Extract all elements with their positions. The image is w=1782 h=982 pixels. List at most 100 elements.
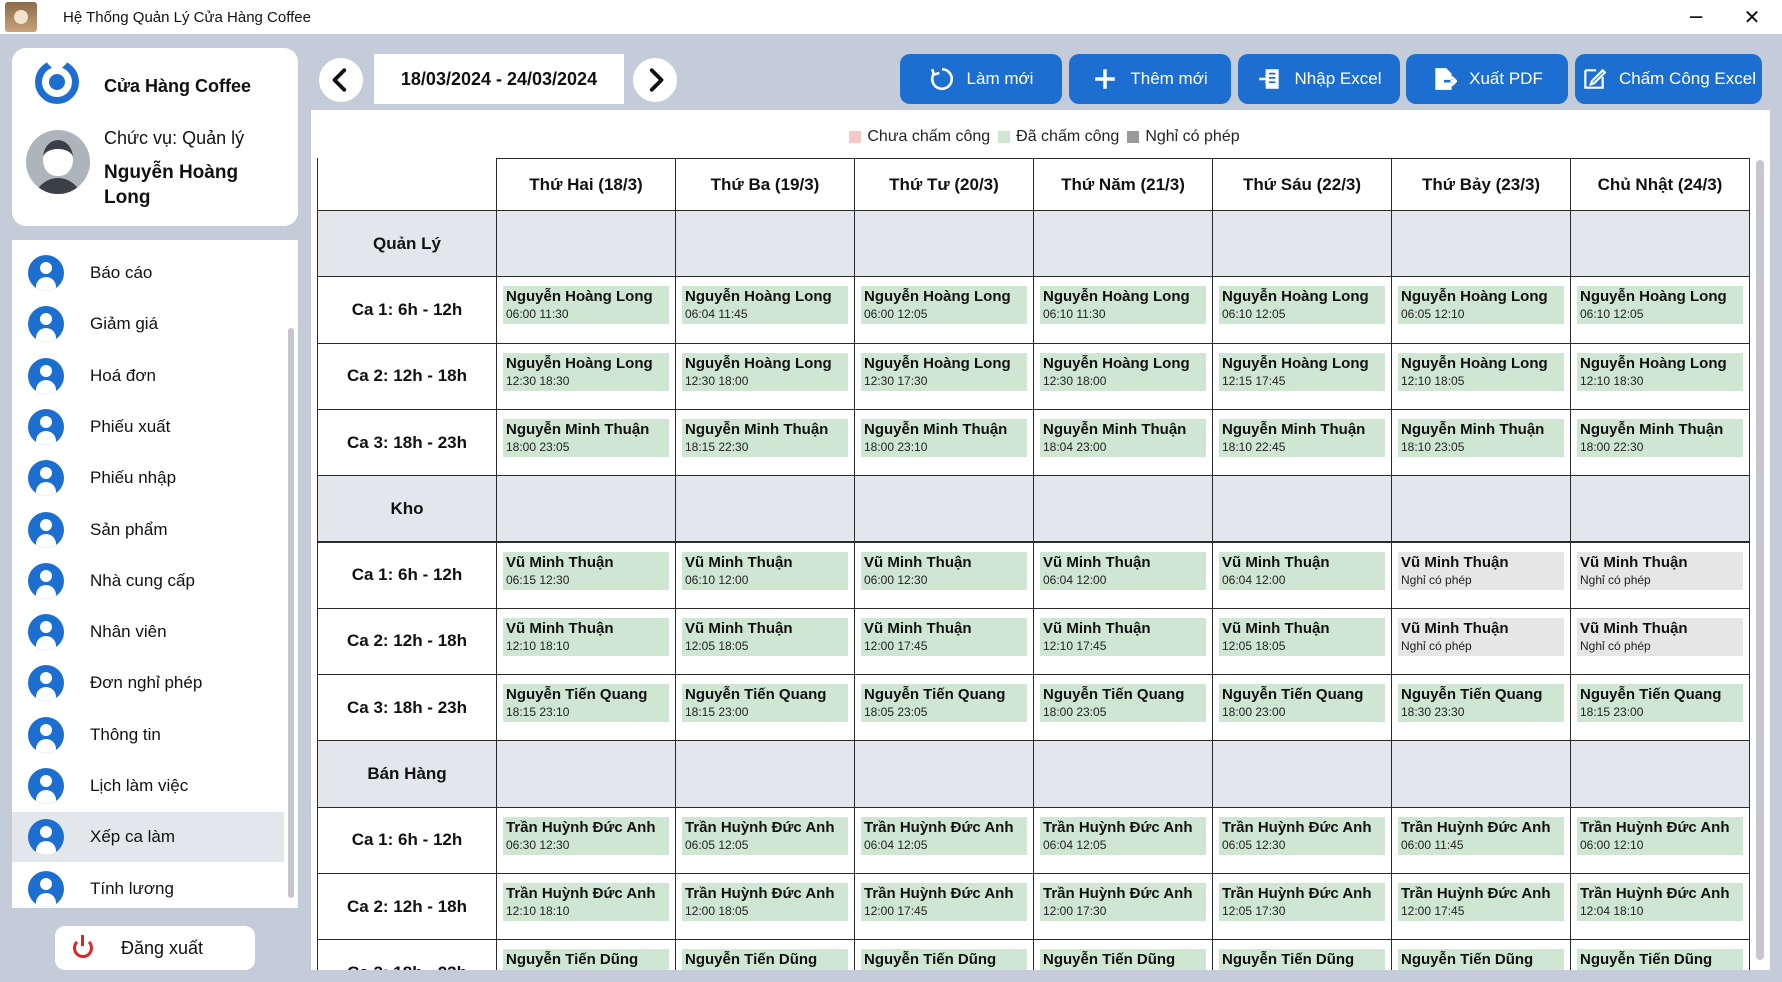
sidebar-item[interactable]: Sản phẩm [12, 505, 284, 555]
shift-cell[interactable]: Nguyễn Tiến Quang 18:30 23:30 [1391, 674, 1571, 742]
shift-cell[interactable]: Nguyễn Tiến Dũng [1391, 939, 1571, 970]
shift-entry[interactable]: Nguyễn Tiến Dũng [1398, 949, 1564, 970]
refresh-button[interactable]: Làm mới [900, 54, 1062, 104]
shift-entry[interactable]: Nguyễn Hoàng Long 12:10 18:05 [1398, 352, 1564, 391]
shift-cell[interactable]: Nguyễn Tiến Dũng [1033, 939, 1213, 970]
shift-cell[interactable]: Vũ Minh Thuận 06:10 12:00 [675, 541, 855, 609]
minimize-button[interactable]: ─ [1670, 0, 1722, 34]
shift-cell[interactable]: Nguyễn Tiến Quang 18:15 23:00 [675, 674, 855, 742]
export-pdf-button[interactable]: Xuất PDF [1406, 54, 1568, 104]
shift-cell[interactable]: Trần Huỳnh Đức Anh 06:05 12:05 [675, 806, 855, 874]
shift-cell[interactable]: Nguyễn Hoàng Long 06:10 11:30 [1033, 276, 1213, 344]
shift-cell[interactable]: Vũ Minh Thuận 12:10 17:45 [1033, 607, 1213, 676]
shift-entry[interactable]: Nguyễn Tiến Quang 18:00 23:05 [1040, 684, 1206, 723]
sidebar-item[interactable]: Đơn nghỉ phép [12, 658, 284, 708]
shift-entry[interactable]: Vũ Minh Thuận 12:10 18:10 [503, 617, 669, 656]
shift-cell[interactable]: Vũ Minh Thuận Nghỉ có phép [1570, 607, 1750, 676]
attendance-excel-button[interactable]: Chấm Công Excel [1575, 54, 1762, 104]
sidebar-item[interactable]: Phiếu xuất [12, 402, 284, 452]
shift-cell[interactable]: Vũ Minh Thuận 12:05 18:05 [1212, 607, 1392, 676]
shift-cell[interactable]: Nguyễn Tiến Quang 18:15 23:00 [1570, 674, 1750, 742]
shift-cell[interactable]: Nguyễn Minh Thuận 18:00 22:30 [1570, 408, 1750, 477]
shift-entry[interactable]: Vũ Minh Thuận Nghỉ có phép [1398, 617, 1564, 656]
sidebar-item[interactable]: Lịch làm việc [12, 761, 284, 811]
shift-entry[interactable]: Nguyễn Hoàng Long 12:15 17:45 [1219, 352, 1385, 391]
shift-entry[interactable]: Trần Huỳnh Đức Anh 06:30 12:30 [503, 816, 669, 855]
shift-cell[interactable]: Nguyễn Hoàng Long 06:10 12:05 [1212, 276, 1392, 344]
shift-entry[interactable]: Nguyễn Hoàng Long 06:10 11:30 [1040, 286, 1206, 325]
shift-cell[interactable]: Trần Huỳnh Đức Anh 12:00 17:45 [1391, 873, 1571, 941]
shift-entry[interactable]: Nguyễn Hoàng Long 12:10 18:30 [1577, 352, 1743, 391]
shift-entry[interactable]: Nguyễn Tiến Quang 18:15 23:00 [682, 684, 848, 723]
shift-cell[interactable]: Nguyễn Tiến Quang 18:05 23:05 [854, 674, 1034, 742]
shift-cell[interactable]: Trần Huỳnh Đức Anh 06:00 12:10 [1570, 806, 1750, 874]
shift-entry[interactable]: Trần Huỳnh Đức Anh 12:04 18:10 [1577, 883, 1743, 921]
shift-entry[interactable]: Nguyễn Tiến Quang 18:30 23:30 [1398, 684, 1564, 723]
shift-cell[interactable]: Nguyễn Hoàng Long 12:15 17:45 [1212, 342, 1392, 410]
shift-entry[interactable]: Nguyễn Hoàng Long 06:00 11:30 [503, 286, 669, 325]
import-excel-button[interactable]: Nhập Excel [1238, 54, 1400, 104]
shift-cell[interactable]: Nguyễn Tiến Dũng [1570, 939, 1750, 970]
shift-cell[interactable]: Trần Huỳnh Đức Anh 12:04 18:10 [1570, 873, 1750, 941]
shift-cell[interactable]: Nguyễn Hoàng Long 06:05 12:10 [1391, 276, 1571, 344]
shift-cell[interactable]: Trần Huỳnh Đức Anh 12:10 18:10 [496, 873, 676, 941]
shift-entry[interactable]: Nguyễn Tiến Dũng [1040, 949, 1206, 970]
shift-entry[interactable]: Trần Huỳnh Đức Anh 12:00 18:05 [682, 883, 848, 921]
shift-cell[interactable]: Nguyễn Tiến Quang 18:00 23:05 [1033, 674, 1213, 742]
shift-entry[interactable]: Trần Huỳnh Đức Anh 12:05 17:30 [1219, 883, 1385, 921]
next-week-button[interactable] [630, 55, 680, 105]
shift-cell[interactable]: Vũ Minh Thuận 12:05 18:05 [675, 607, 855, 676]
schedule-scrollbar[interactable] [1756, 160, 1764, 960]
shift-cell[interactable]: Vũ Minh Thuận 06:15 12:30 [496, 541, 676, 609]
shift-cell[interactable]: Trần Huỳnh Đức Anh 06:30 12:30 [496, 806, 676, 874]
sidebar-item[interactable]: Xếp ca làm [12, 812, 284, 863]
shift-entry[interactable]: Nguyễn Hoàng Long 06:10 12:05 [1219, 286, 1385, 325]
shift-entry[interactable]: Trần Huỳnh Đức Anh 12:00 17:45 [1398, 883, 1564, 921]
shift-entry[interactable]: Vũ Minh Thuận 06:04 12:00 [1219, 551, 1385, 590]
shift-entry[interactable]: Vũ Minh Thuận Nghỉ có phép [1577, 551, 1743, 590]
shift-entry[interactable]: Trần Huỳnh Đức Anh 12:00 17:45 [861, 883, 1027, 921]
shift-entry[interactable]: Nguyễn Tiến Quang 18:05 23:05 [861, 684, 1027, 723]
shift-cell[interactable]: Vũ Minh Thuận Nghỉ có phép [1570, 541, 1750, 609]
shift-cell[interactable]: Nguyễn Hoàng Long 12:30 18:00 [1033, 342, 1213, 410]
shift-cell[interactable]: Trần Huỳnh Đức Anh 12:05 17:30 [1212, 873, 1392, 941]
logout-button[interactable]: Đăng xuất [55, 926, 255, 970]
shift-cell[interactable]: Trần Huỳnh Đức Anh 06:00 11:45 [1391, 806, 1571, 874]
shift-entry[interactable]: Vũ Minh Thuận 06:00 12:30 [861, 551, 1027, 590]
shift-cell[interactable]: Nguyễn Minh Thuận 18:15 22:30 [675, 408, 855, 477]
shift-entry[interactable]: Nguyễn Hoàng Long 12:30 18:00 [1040, 352, 1206, 391]
shift-entry[interactable]: Nguyễn Tiến Dũng [1577, 949, 1743, 970]
shift-entry[interactable]: Vũ Minh Thuận 12:05 18:05 [1219, 617, 1385, 656]
shift-cell[interactable]: Nguyễn Tiến Quang 18:00 23:00 [1212, 674, 1392, 742]
shift-entry[interactable]: Nguyễn Hoàng Long 06:04 11:45 [682, 286, 848, 325]
shift-entry[interactable]: Nguyễn Hoàng Long 06:10 12:05 [1577, 286, 1743, 325]
shift-entry[interactable]: Nguyễn Tiến Quang 18:00 23:00 [1219, 684, 1385, 723]
shift-entry[interactable]: Trần Huỳnh Đức Anh 12:10 18:10 [503, 883, 669, 921]
shift-cell[interactable]: Vũ Minh Thuận Nghỉ có phép [1391, 607, 1571, 676]
shift-entry[interactable]: Nguyễn Minh Thuận 18:04 23:00 [1040, 418, 1206, 457]
shift-entry[interactable]: Vũ Minh Thuận 06:15 12:30 [503, 551, 669, 590]
shift-cell[interactable]: Nguyễn Minh Thuận 18:04 23:00 [1033, 408, 1213, 477]
shift-entry[interactable]: Nguyễn Tiến Quang 18:15 23:00 [1577, 684, 1743, 723]
shift-entry[interactable]: Trần Huỳnh Đức Anh 06:05 12:30 [1219, 816, 1385, 855]
shift-entry[interactable]: Trần Huỳnh Đức Anh 12:00 17:30 [1040, 883, 1206, 921]
shift-cell[interactable]: Nguyễn Hoàng Long 12:30 17:30 [854, 342, 1034, 410]
shift-entry[interactable]: Nguyễn Tiến Dũng [1219, 949, 1385, 970]
shift-cell[interactable]: Nguyễn Hoàng Long 06:00 11:30 [496, 276, 676, 344]
shift-cell[interactable]: Nguyễn Minh Thuận 18:00 23:10 [854, 408, 1034, 477]
shift-entry[interactable]: Nguyễn Tiến Dũng [503, 949, 669, 970]
add-new-button[interactable]: Thêm mới [1069, 54, 1231, 104]
shift-cell[interactable]: Nguyễn Hoàng Long 06:04 11:45 [675, 276, 855, 344]
sidebar-item[interactable]: Hoá đơn [12, 351, 284, 401]
shift-cell[interactable]: Nguyễn Minh Thuận 18:00 23:05 [496, 408, 676, 477]
shift-entry[interactable]: Nguyễn Minh Thuận 18:10 22:45 [1219, 418, 1385, 457]
shift-entry[interactable]: Vũ Minh Thuận 06:10 12:00 [682, 551, 848, 590]
shift-cell[interactable]: Vũ Minh Thuận 12:10 18:10 [496, 607, 676, 676]
shift-entry[interactable]: Nguyễn Hoàng Long 06:05 12:10 [1398, 286, 1564, 325]
shift-entry[interactable]: Trần Huỳnh Đức Anh 06:00 11:45 [1398, 816, 1564, 855]
sidebar-item[interactable]: Phiếu nhập [12, 453, 284, 503]
shift-cell[interactable]: Nguyễn Minh Thuận 18:10 23:05 [1391, 408, 1571, 477]
shift-cell[interactable]: Trần Huỳnh Đức Anh 12:00 18:05 [675, 873, 855, 941]
shift-entry[interactable]: Nguyễn Minh Thuận 18:00 23:05 [503, 418, 669, 457]
shift-cell[interactable]: Trần Huỳnh Đức Anh 06:05 12:30 [1212, 806, 1392, 874]
